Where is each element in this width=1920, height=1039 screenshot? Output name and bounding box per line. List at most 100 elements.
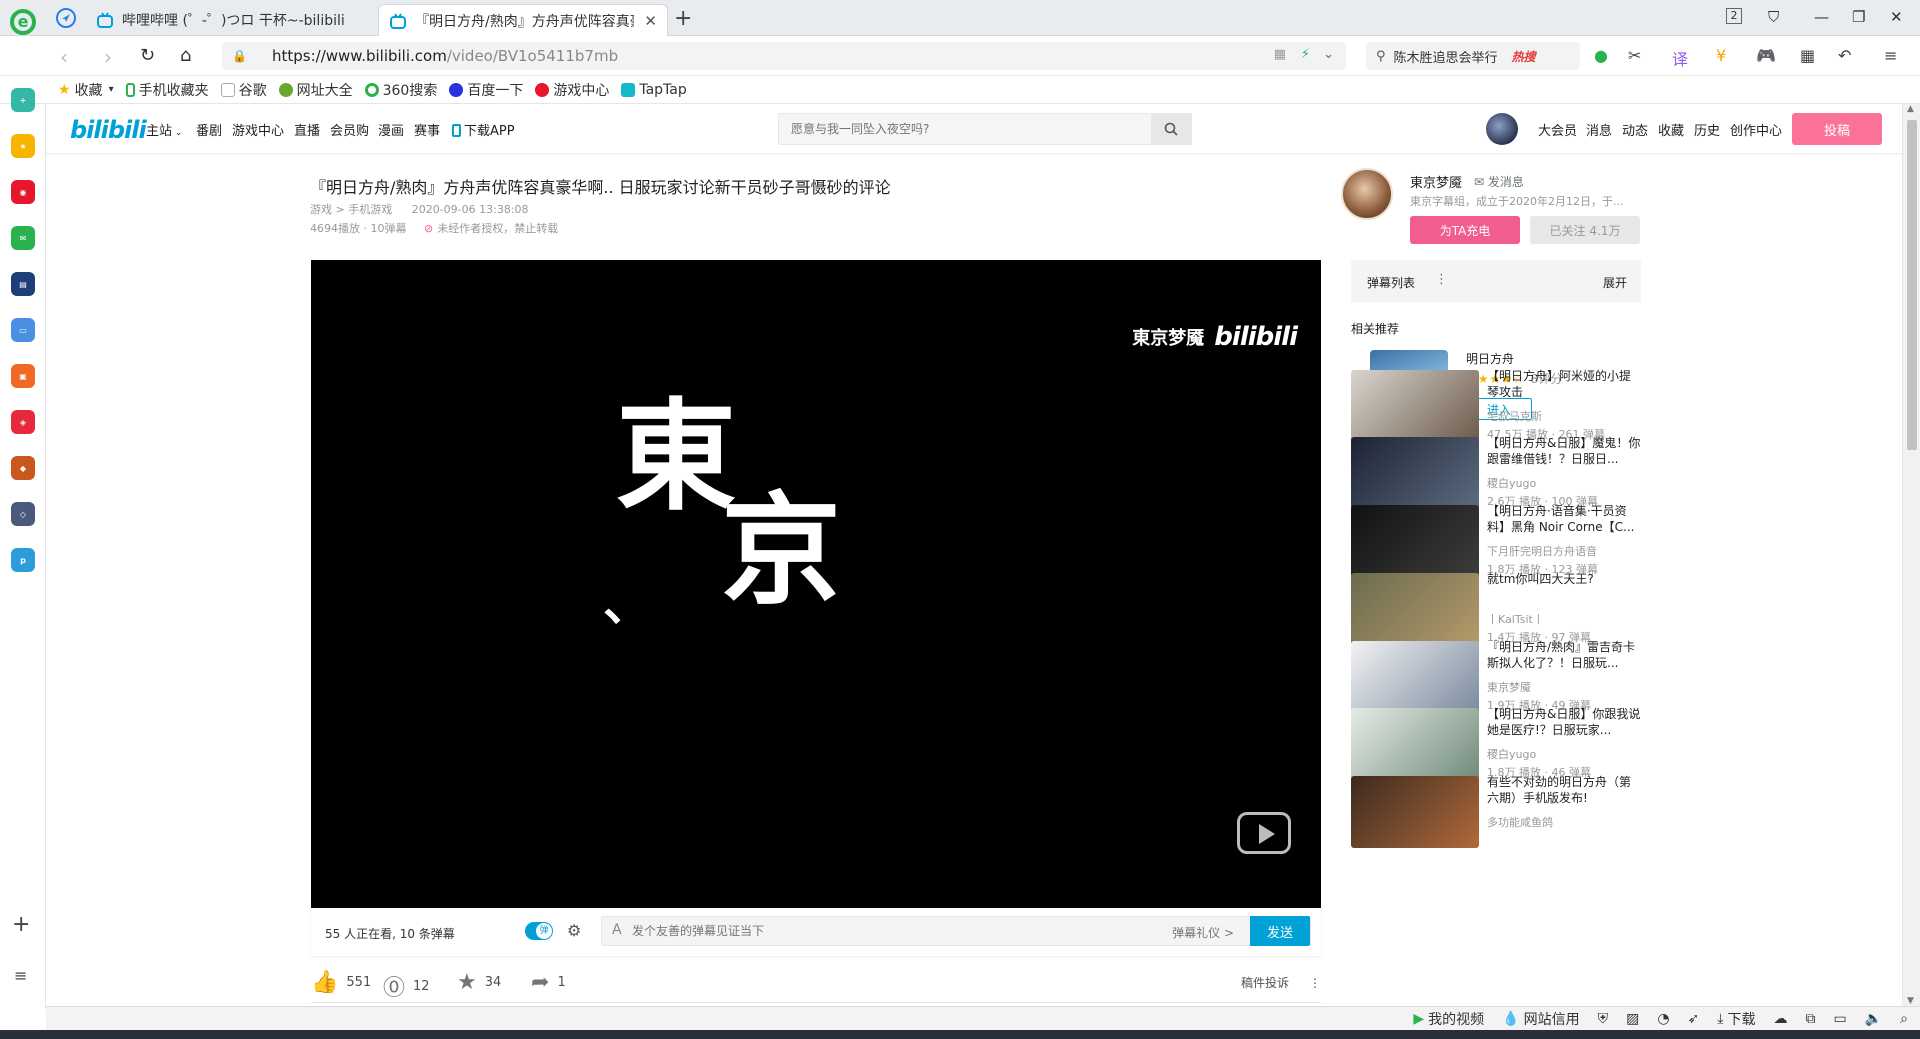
mail-icon[interactable]: ✉ — [11, 226, 35, 250]
close-tab-icon[interactable]: ✕ — [644, 12, 657, 30]
scroll-up-icon[interactable]: ▲ — [1907, 104, 1914, 114]
nav-dynamics[interactable]: 动态 — [1622, 120, 1648, 139]
favorite-button[interactable]: ★ 34 — [457, 970, 501, 995]
danmaku-toggle[interactable] — [525, 922, 553, 940]
speed-mode-icon[interactable]: ⚡ — [1301, 47, 1310, 62]
related-video-uploader[interactable]: 多功能咸鱼鸽 — [1487, 814, 1553, 830]
video-thumbnail[interactable] — [1351, 708, 1479, 780]
related-video[interactable]: 【明日方舟】阿米娅的小提琴攻击 宅叔马克斯 47.5万 播放 · 261 弹幕 — [1351, 368, 1641, 444]
scroll-down-icon[interactable]: ▼ — [1907, 996, 1914, 1006]
related-video-title[interactable]: 【明日方舟&日服】魔鬼！你跟雷维借钱！？日服日... — [1487, 435, 1641, 467]
game2-app-icon[interactable]: ◇ — [11, 502, 35, 526]
zoom-icon[interactable]: ⌕ — [1900, 1011, 1908, 1027]
site-credit-link[interactable]: 💧 网站信用 — [1502, 1009, 1579, 1029]
video-player[interactable]: 東京梦魇 bilibili 東 京 、 — [311, 260, 1321, 908]
nav-manga[interactable]: 漫画 — [378, 120, 404, 139]
url-field[interactable]: 🔒 https://www.bilibili.com/video/BV1o541… — [222, 42, 1346, 70]
related-video-title[interactable]: 【明日方舟】阿米娅的小提琴攻击 — [1487, 368, 1641, 400]
related-video-title[interactable]: 『明日方舟/熟肉』雷吉奇卡斯拟人化了？！日服玩... — [1487, 639, 1641, 671]
weibo-icon[interactable]: ◉ — [11, 180, 35, 204]
nav-history[interactable]: 历史 — [1694, 120, 1720, 139]
font-style-icon[interactable]: A — [612, 922, 622, 938]
nav-vip[interactable]: 大会员 — [1538, 120, 1577, 139]
wechat-icon[interactable]: ● — [1594, 46, 1608, 65]
image-icon[interactable]: ▨ — [1626, 1011, 1639, 1027]
related-video-uploader[interactable]: 宅叔马克斯 — [1487, 408, 1542, 424]
shield-icon[interactable]: ⛨ — [1598, 1011, 1609, 1027]
forward-icon[interactable]: › — [104, 45, 112, 69]
bookmark-mobile[interactable]: 手机收藏夹 — [125, 80, 209, 100]
apps-grid-icon[interactable]: ▦ — [1800, 46, 1815, 65]
related-video-uploader[interactable]: 丨KalTsit丨 — [1487, 611, 1544, 627]
bookmark-google[interactable]: 谷歌 — [220, 80, 267, 100]
uploader-avatar[interactable] — [1341, 168, 1393, 220]
speed-icon[interactable]: ◔ — [1657, 1011, 1669, 1027]
video-thumbnail[interactable] — [1351, 505, 1479, 577]
bookmark-game-center[interactable]: 游戏中心 — [535, 80, 609, 100]
send-danmaku-button[interactable]: 发送 — [1250, 916, 1310, 946]
coin-button[interactable]: ⓪ 12 — [383, 970, 430, 1002]
window-icon[interactable]: ▭ — [1833, 1011, 1846, 1027]
screenshot-icon[interactable]: ⧉ — [1805, 1011, 1815, 1027]
restore-icon[interactable]: ❐ — [1852, 8, 1865, 26]
shop-app-icon[interactable]: ◈ — [11, 410, 35, 434]
tab-list-icon[interactable] — [54, 6, 78, 30]
video-thumbnail[interactable] — [1351, 641, 1479, 713]
bookmark-360[interactable]: 360搜索 — [364, 80, 437, 100]
bookmark-hao123[interactable]: 网址大全 — [278, 80, 353, 100]
expand-link[interactable]: 展开 — [1603, 274, 1627, 291]
minimize-icon[interactable]: — — [1814, 8, 1829, 26]
related-video-uploader[interactable]: 下月肝完明日方舟语音 — [1487, 543, 1597, 559]
danmaku-list-panel[interactable]: 弹幕列表 ⋮ 展开 — [1351, 260, 1641, 302]
video-thumbnail[interactable] — [1351, 573, 1479, 645]
new-tab-button[interactable]: + — [674, 6, 692, 31]
upload-button[interactable]: 投稿 — [1792, 113, 1882, 145]
search-button[interactable] — [1151, 114, 1191, 144]
scroll-thumb[interactable] — [1907, 120, 1917, 450]
novel-app-icon[interactable]: ▣ — [11, 364, 35, 388]
related-video-title[interactable]: 【明日方舟·语音集·干员资料】黑角 Noir Corne【C... — [1487, 503, 1641, 535]
user-avatar[interactable] — [1486, 113, 1518, 145]
related-video[interactable]: 『明日方舟/熟肉』雷吉奇卡斯拟人化了？！日服玩... 東京梦魇 1.9万 播放 … — [1351, 639, 1641, 715]
more-icon[interactable]: ⋮ — [1435, 272, 1448, 287]
shirt-skin-icon[interactable]: ⛉ — [1768, 8, 1779, 26]
refresh-icon[interactable]: ↻ — [140, 45, 155, 66]
menu-icon[interactable]: ≡ — [1884, 46, 1897, 65]
tab-count-badge[interactable]: 2 — [1726, 8, 1742, 24]
favorite-star-icon[interactable]: ★ — [11, 134, 35, 158]
related-video-uploader[interactable]: 稷白yugo — [1487, 746, 1536, 762]
news-app-icon[interactable]: ▤ — [11, 272, 35, 296]
video-thumbnail[interactable] — [1351, 370, 1479, 442]
sound-icon[interactable]: 🔈 — [1865, 1011, 1882, 1027]
p-app-icon[interactable]: p — [11, 548, 35, 572]
nav-creator-center[interactable]: 创作中心 — [1730, 120, 1782, 139]
back-icon[interactable]: ‹ — [60, 45, 68, 69]
game-name[interactable]: 明日方舟 — [1466, 350, 1514, 367]
bookmark-taptap[interactable]: TapTap — [621, 82, 687, 98]
bilibili-logo[interactable]: bilibili — [70, 116, 147, 144]
nav-game-center[interactable]: 游戏中心 — [232, 120, 284, 139]
add-sidebar-icon[interactable]: + — [12, 912, 30, 937]
tab-video-page[interactable]: 『明日方舟/熟肉』方舟声优阵容真豪华啊.. 日服玩家讨论新干员砂子哥慑砂的评论 … — [378, 4, 668, 36]
related-video[interactable]: 【明日方舟&日服】你跟我说她是医疗!？日服玩家... 稷白yugo 1.8万 播… — [1351, 706, 1641, 782]
video-thumbnail[interactable] — [1351, 776, 1479, 848]
related-video-uploader[interactable]: 稷白yugo — [1487, 475, 1536, 491]
related-video-title[interactable]: 有些不对劲的明日方舟（第六期）手机版发布! — [1487, 774, 1641, 806]
follow-button[interactable]: 已关注 4.1万 — [1530, 216, 1640, 244]
related-video-title[interactable]: 【明日方舟&日服】你跟我说她是医疗!？日服玩家... — [1487, 706, 1641, 738]
share-button[interactable]: ➦ 1 — [531, 970, 566, 995]
charge-button[interactable]: 为TA充电 — [1410, 216, 1520, 244]
undo-icon[interactable]: ↶ — [1838, 46, 1851, 65]
cloud-icon[interactable]: ☁ — [1773, 1011, 1787, 1027]
page-scrollbar[interactable]: ▲ ▼ — [1902, 104, 1920, 1006]
browser-logo-icon[interactable]: e — [10, 9, 36, 35]
bilibili-search-input[interactable] — [779, 114, 1159, 144]
browser-search-field[interactable]: ⚲ 陈木胜追思会举行 热搜 — [1366, 42, 1580, 70]
nav-download-app[interactable]: 下载APP — [452, 120, 515, 139]
related-video-uploader[interactable]: 東京梦魇 — [1487, 679, 1531, 695]
nav-main-site[interactable]: 主站 ⌄ — [146, 120, 182, 139]
send-message-link[interactable]: ✉ 发消息 — [1474, 173, 1524, 190]
related-video[interactable]: 【明日方舟&日服】魔鬼！你跟雷维借钱！？日服日... 稷白yugo 2.6万 播… — [1351, 435, 1641, 511]
chevron-down-icon[interactable]: ⌄ — [1323, 47, 1334, 62]
coupon-icon[interactable]: ¥ — [1716, 46, 1726, 65]
